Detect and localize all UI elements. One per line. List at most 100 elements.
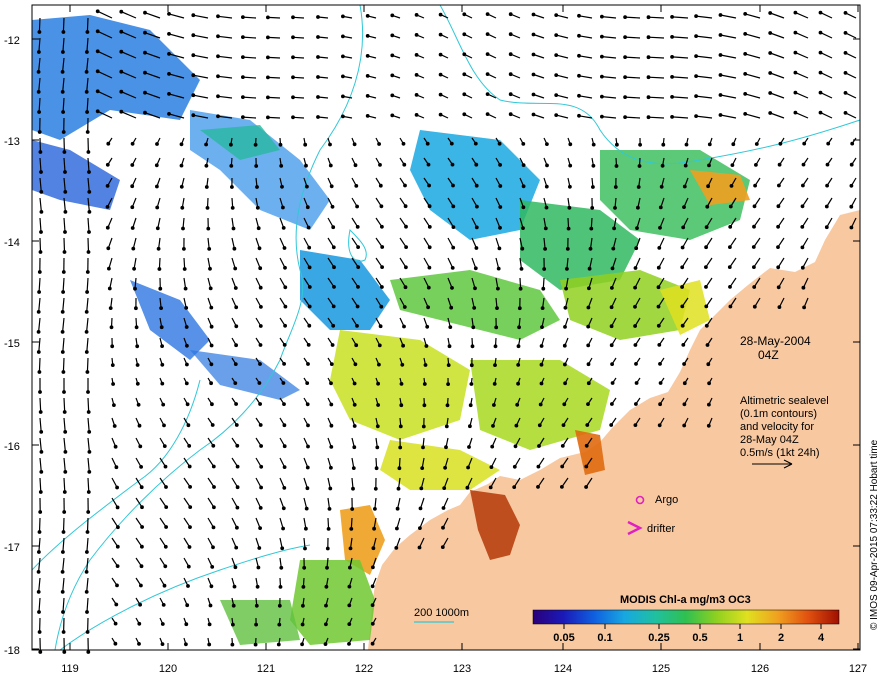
velocity-arrow-head bbox=[37, 130, 42, 134]
velocity-arrow-head bbox=[36, 310, 41, 314]
velocity-arrow-head bbox=[87, 209, 92, 214]
velocity-arrow-head bbox=[800, 265, 805, 270]
velocity-arrow-head bbox=[329, 362, 334, 367]
velocity-arrow-head bbox=[636, 185, 641, 189]
velocity-arrow-head bbox=[536, 464, 541, 469]
velocity-arrow-head bbox=[634, 402, 638, 406]
velocity-arrow-head bbox=[538, 402, 543, 407]
velocity-arrow-head bbox=[694, 54, 698, 58]
velocity-arrow-head bbox=[179, 142, 184, 147]
velocity-arrow-head bbox=[752, 304, 757, 309]
velocity-arrow-head bbox=[793, 70, 798, 75]
velocity-arrow-head bbox=[600, 74, 604, 79]
velocity-arrow-head bbox=[61, 630, 66, 634]
velocity-arrow-head bbox=[161, 402, 166, 407]
velocity-arrow-head bbox=[212, 485, 216, 489]
velocity-arrow-head bbox=[167, 32, 171, 36]
velocity-arrow-head bbox=[62, 150, 67, 154]
velocity-arrow-head bbox=[164, 505, 169, 510]
velocity-arrow-head bbox=[160, 381, 165, 386]
velocity-arrow-head bbox=[37, 550, 41, 554]
velocity-arrow-head bbox=[540, 325, 544, 330]
lat-label: -14 bbox=[4, 237, 20, 249]
velocity-arrow-head bbox=[324, 584, 329, 589]
velocity-arrow-head bbox=[451, 183, 455, 188]
velocity-arrow-head bbox=[422, 382, 427, 386]
velocity-arrow-head bbox=[427, 204, 432, 209]
velocity-arrow-head bbox=[371, 565, 375, 570]
velocity-arrow-head bbox=[353, 362, 358, 367]
velocity-arrow-head bbox=[450, 266, 455, 270]
velocity-arrow-head bbox=[623, 35, 627, 39]
velocity-arrow-head bbox=[448, 325, 453, 330]
velocity-arrow-head bbox=[508, 112, 513, 117]
velocity-arrow-head bbox=[282, 423, 287, 428]
velocity-arrow-head bbox=[207, 622, 212, 627]
velocity-arrow-head bbox=[291, 75, 295, 80]
velocity-arrow-head bbox=[307, 265, 312, 270]
velocity-arrow-head bbox=[494, 325, 499, 330]
velocity-arrow-head bbox=[521, 184, 526, 189]
velocity-arrow-head bbox=[718, 13, 723, 17]
velocity-arrow-head bbox=[586, 362, 591, 367]
velocity-arrow-head bbox=[135, 344, 140, 349]
velocity-arrow-head bbox=[418, 506, 423, 511]
velocity-arrow-head bbox=[451, 245, 456, 250]
velocity-arrow-head bbox=[704, 323, 709, 328]
velocity-arrow-head bbox=[84, 310, 89, 314]
velocity-arrow-head bbox=[492, 382, 497, 386]
velocity-arrow-head bbox=[843, 90, 848, 95]
velocity-arrow-head bbox=[718, 33, 723, 37]
velocity-arrow-head bbox=[609, 305, 614, 310]
velocity-arrow-head bbox=[60, 350, 65, 354]
velocity-arrow-head bbox=[209, 305, 214, 310]
velocity-arrow-head bbox=[211, 443, 216, 448]
velocity-arrow-head bbox=[211, 545, 215, 550]
velocity-arrow-head bbox=[85, 630, 90, 634]
altimetry-line: Altimetric sealevel bbox=[740, 395, 829, 407]
velocity-arrow-head bbox=[39, 170, 43, 174]
velocity-arrow bbox=[648, 76, 665, 79]
velocity-arrow-head bbox=[85, 370, 90, 374]
velocity-arrow-head bbox=[768, 111, 773, 115]
velocity-arrow-head bbox=[398, 424, 403, 429]
velocity-arrow-head bbox=[537, 444, 541, 448]
argo-label: Argo bbox=[655, 494, 678, 506]
velocity-arrow-head bbox=[754, 162, 758, 167]
velocity-arrow-head bbox=[657, 423, 662, 428]
velocity-arrow-head bbox=[130, 226, 135, 230]
velocity-arrow-head bbox=[849, 162, 854, 167]
velocity-arrow-head bbox=[401, 141, 406, 146]
velocity-arrow-head bbox=[521, 226, 525, 231]
velocity-arrow-head bbox=[291, 15, 295, 20]
velocity-arrow-head bbox=[680, 323, 685, 328]
velocity-arrow-head bbox=[106, 266, 111, 271]
velocity-arrow-head bbox=[349, 527, 354, 531]
velocity-arrow-head bbox=[776, 285, 781, 290]
velocity-arrow-head bbox=[38, 490, 43, 494]
velocity-arrow-head bbox=[843, 110, 848, 115]
velocity-arrow-head bbox=[545, 163, 549, 168]
velocity-arrow-head bbox=[258, 362, 262, 366]
velocity-arrow-head bbox=[84, 350, 89, 354]
velocity-arrow-head bbox=[307, 245, 312, 250]
velocity-arrow-head bbox=[681, 343, 686, 347]
velocity-arrow-head bbox=[728, 304, 733, 309]
velocity-arrow-head bbox=[561, 423, 566, 428]
velocity-arrow-head bbox=[420, 466, 425, 471]
velocity-arrow-head bbox=[554, 53, 559, 57]
velocity-arrow-head bbox=[330, 343, 335, 347]
velocity-arrow-head bbox=[306, 362, 310, 366]
velocity-arrow-head bbox=[133, 306, 138, 311]
velocity-arrow-head bbox=[776, 245, 780, 250]
velocity-arrow-head bbox=[209, 324, 214, 329]
velocity-arrow-head bbox=[516, 344, 521, 349]
velocity-arrow-head bbox=[565, 246, 570, 251]
velocity-arrow-head bbox=[517, 306, 522, 311]
velocity-arrow-head bbox=[184, 343, 189, 348]
velocity-arrow-head bbox=[694, 74, 698, 78]
velocity-arrow-head bbox=[130, 163, 135, 167]
velocity-arrow-head bbox=[843, 51, 848, 55]
velocity-arrow-head bbox=[135, 363, 140, 367]
velocity-arrow bbox=[86, 357, 89, 373]
